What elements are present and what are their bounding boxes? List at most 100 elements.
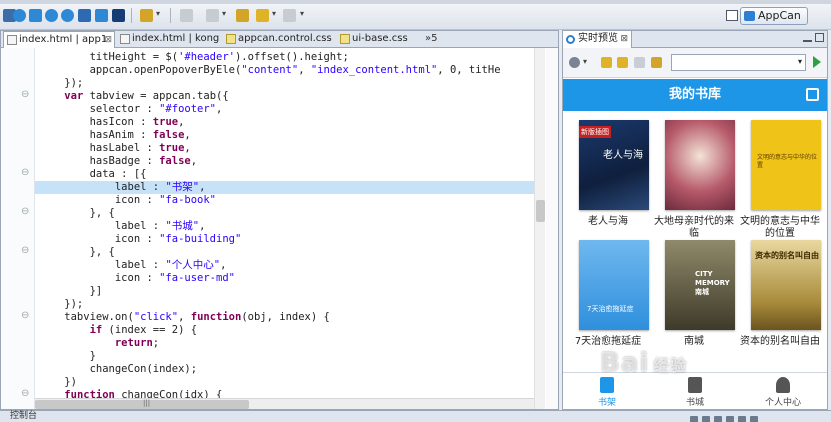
code-line[interactable]: hasIcon : true, bbox=[35, 116, 534, 129]
copy-icon[interactable] bbox=[206, 9, 219, 22]
toolbar-separator bbox=[131, 8, 132, 23]
tab-live-preview[interactable]: 实时预览 ⊠ bbox=[563, 31, 632, 48]
chevron-down-icon[interactable]: ▾ bbox=[272, 9, 276, 18]
fold-marker[interactable]: ⊖ bbox=[21, 206, 29, 217]
tab-index-app1[interactable]: index.html | app1 ⊠ bbox=[3, 31, 115, 48]
back-icon[interactable] bbox=[601, 57, 612, 68]
footer-tab-bookstore[interactable]: 书城 bbox=[651, 373, 739, 409]
footer-tab-label: 个人中心 bbox=[764, 398, 801, 408]
console-tab[interactable]: 控制台 bbox=[10, 411, 37, 422]
watermark-suffix: 经验 bbox=[653, 356, 688, 375]
code-line[interactable]: data : [{ bbox=[35, 168, 534, 181]
chevron-down-icon[interactable]: ▾ bbox=[300, 9, 304, 18]
code-line[interactable]: hasBadge : false, bbox=[35, 155, 534, 168]
console-action-icon[interactable] bbox=[714, 416, 722, 422]
power-icon[interactable] bbox=[45, 9, 58, 22]
back-icon[interactable] bbox=[256, 9, 269, 22]
fold-marker[interactable]: ⊖ bbox=[21, 245, 29, 256]
code-line[interactable]: label : "书城", bbox=[35, 220, 534, 233]
wand-icon[interactable] bbox=[140, 9, 153, 22]
fold-marker[interactable]: ⊖ bbox=[21, 167, 29, 178]
code-line[interactable]: }) bbox=[35, 376, 534, 389]
chevron-down-icon[interactable]: ▾ bbox=[156, 9, 160, 18]
preview-tab-label: 实时预览 bbox=[578, 33, 618, 44]
code-line[interactable]: }); bbox=[35, 77, 534, 90]
code-line[interactable]: var tabview = appcan.tab({ bbox=[35, 90, 534, 103]
maximize-icon[interactable] bbox=[815, 33, 824, 42]
tab-label: appcan.control.css bbox=[238, 33, 332, 44]
code-line[interactable]: changeCon(index); bbox=[35, 363, 534, 376]
building-icon bbox=[688, 377, 702, 393]
footer-tab-label: 书城 bbox=[685, 398, 704, 408]
tab-index-kong[interactable]: index.html | kong bbox=[117, 31, 221, 48]
console-action-icon[interactable] bbox=[690, 416, 698, 422]
code-line[interactable]: }, { bbox=[35, 207, 534, 220]
code-line[interactable]: return; bbox=[35, 337, 534, 350]
open-perspective-icon[interactable] bbox=[726, 10, 738, 21]
footer-tab-profile[interactable]: 个人中心 bbox=[739, 373, 827, 409]
view-icon[interactable] bbox=[61, 9, 74, 22]
css-file-icon bbox=[226, 34, 236, 44]
code-area[interactable]: titHeight = $('#header').offset().height… bbox=[35, 48, 534, 409]
tab-ui-base-css[interactable]: ui-base.css bbox=[337, 31, 421, 48]
footer-tab-label: 书架 bbox=[597, 398, 616, 408]
stop-icon[interactable] bbox=[634, 57, 645, 68]
console-action-icon[interactable] bbox=[750, 416, 758, 422]
code-editor: index.html | app1 ⊠ index.html | kong ap… bbox=[0, 30, 559, 410]
new-file-icon[interactable] bbox=[180, 9, 193, 22]
book-cover: 7天治愈拖延症 bbox=[579, 240, 649, 330]
code-line[interactable]: icon : "fa-user-md" bbox=[35, 272, 534, 285]
panel-icon[interactable] bbox=[95, 9, 108, 22]
code-line[interactable]: }); bbox=[35, 298, 534, 311]
play-icon[interactable] bbox=[813, 56, 821, 68]
code-line[interactable]: }, { bbox=[35, 246, 534, 259]
close-icon[interactable]: ⊠ bbox=[620, 31, 628, 47]
horizontal-scrollbar[interactable]: ||| bbox=[35, 398, 534, 409]
fold-marker[interactable]: ⊖ bbox=[21, 310, 29, 321]
code-line[interactable]: titHeight = $('#header').offset().height… bbox=[35, 51, 534, 64]
database-icon[interactable] bbox=[78, 9, 91, 22]
scrollbar-thumb[interactable] bbox=[536, 200, 545, 222]
code-line[interactable]: hasAnim : false, bbox=[35, 129, 534, 142]
tab-appcan-control-css[interactable]: appcan.control.css bbox=[223, 31, 335, 48]
code-line[interactable]: if (index == 2) { bbox=[35, 324, 534, 337]
code-line[interactable]: selector : "#footer", bbox=[35, 103, 534, 116]
tab-overflow-button[interactable]: »5 bbox=[425, 33, 437, 44]
device-select[interactable]: ▾ bbox=[671, 54, 806, 71]
footer-tab-bookshelf[interactable]: 书架 bbox=[563, 373, 651, 409]
book-icon[interactable] bbox=[112, 9, 125, 22]
code-line[interactable]: appcan.openPopoverByEle("content", "inde… bbox=[35, 64, 534, 77]
fold-marker[interactable]: ⊖ bbox=[21, 89, 29, 100]
chevron-down-icon[interactable]: ▾ bbox=[222, 9, 226, 18]
code-line[interactable]: label : "个人中心", bbox=[35, 259, 534, 272]
vertical-scrollbar[interactable] bbox=[534, 48, 545, 409]
appcan-perspective-button[interactable]: AppCan bbox=[740, 7, 808, 25]
edit-icon[interactable] bbox=[806, 88, 819, 101]
watermark-text: Bai bbox=[600, 348, 650, 378]
build-icon[interactable] bbox=[29, 9, 42, 22]
console-action-icon[interactable] bbox=[702, 416, 710, 422]
code-line[interactable]: icon : "fa-building" bbox=[35, 233, 534, 246]
history-icon[interactable] bbox=[236, 9, 249, 22]
code-line[interactable]: }] bbox=[35, 285, 534, 298]
code-line[interactable]: tabview.on("click", function(obj, index)… bbox=[35, 311, 534, 324]
chevron-down-icon[interactable]: ▾ bbox=[583, 57, 587, 66]
refresh-icon[interactable] bbox=[651, 57, 662, 68]
code-line[interactable]: icon : "fa-book" bbox=[35, 194, 534, 207]
forward-icon[interactable] bbox=[617, 57, 628, 68]
refresh-icon[interactable] bbox=[13, 9, 26, 22]
chevron-down-icon: ▾ bbox=[797, 57, 802, 66]
minimize-icon[interactable] bbox=[803, 33, 812, 42]
gear-icon[interactable] bbox=[569, 57, 580, 68]
forward-icon[interactable] bbox=[283, 9, 296, 22]
code-line[interactable]: } bbox=[35, 350, 534, 363]
fold-marker[interactable]: ⊖ bbox=[21, 388, 29, 399]
cover-title: 资本的别名叫自由 bbox=[755, 251, 819, 260]
close-icon[interactable]: ⊠ bbox=[104, 32, 112, 48]
console-action-icon[interactable] bbox=[726, 416, 734, 422]
scrollbar-thumb[interactable] bbox=[35, 400, 249, 409]
console-action-icon[interactable] bbox=[738, 416, 746, 422]
code-line[interactable]: hasLabel : true, bbox=[35, 142, 534, 155]
code-line[interactable]: label : "书架", bbox=[35, 181, 534, 194]
cover-title: 文明的意志与中华的位置 bbox=[757, 154, 818, 169]
